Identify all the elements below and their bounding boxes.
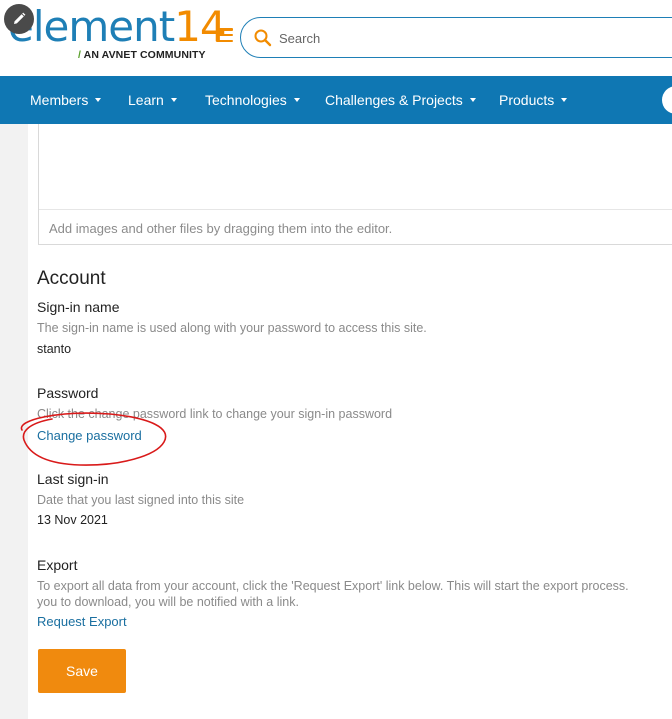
save-button[interactable]: Save bbox=[38, 649, 126, 693]
chevron-down-icon bbox=[561, 98, 568, 102]
nav-members[interactable]: Members bbox=[30, 76, 102, 124]
main-nav: Members Learn Technologies Challenges & … bbox=[0, 76, 672, 124]
pencil-icon[interactable] bbox=[4, 4, 34, 34]
export-description-line2: you to download, you will be notified wi… bbox=[37, 595, 299, 609]
nav-learn[interactable]: Learn bbox=[128, 76, 177, 124]
password-label: Password bbox=[37, 385, 99, 401]
export-description-line1: To export all data from your account, cl… bbox=[37, 579, 629, 593]
element14-logo[interactable]: element14 / AN AVNET COMMUNITY bbox=[8, 6, 227, 66]
editor-drop-hint: Add images and other files by dragging t… bbox=[49, 221, 393, 236]
search-bar[interactable] bbox=[240, 17, 672, 58]
chevron-down-icon bbox=[95, 98, 102, 102]
site-header: element14 / AN AVNET COMMUNITY bbox=[0, 0, 672, 76]
chevron-down-icon bbox=[293, 98, 300, 102]
section-title-account: Account bbox=[37, 268, 106, 289]
export-label: Export bbox=[37, 557, 78, 573]
password-description: Click the change password link to change… bbox=[37, 407, 393, 421]
editor-divider bbox=[39, 209, 672, 210]
rich-text-editor[interactable]: Add images and other files by dragging t… bbox=[38, 124, 672, 245]
signin-name-label: Sign-in name bbox=[37, 299, 120, 315]
nav-products[interactable]: Products bbox=[499, 76, 568, 124]
settings-panel: Add images and other files by dragging t… bbox=[28, 124, 672, 719]
signin-name-value: stanto bbox=[37, 342, 72, 356]
chevron-down-icon bbox=[170, 98, 177, 102]
nav-technologies[interactable]: Technologies bbox=[205, 76, 300, 124]
nav-challenges-projects[interactable]: Challenges & Projects bbox=[325, 76, 476, 124]
menu-icon[interactable] bbox=[216, 28, 233, 43]
request-export-link[interactable]: Request Export bbox=[37, 614, 127, 629]
search-icon bbox=[254, 29, 272, 47]
chevron-down-icon bbox=[469, 98, 476, 102]
change-password-link[interactable]: Change password bbox=[37, 428, 142, 443]
logo-tagline: / AN AVNET COMMUNITY bbox=[78, 49, 206, 61]
search-input[interactable] bbox=[279, 28, 659, 48]
last-signin-description: Date that you last signed into this site bbox=[37, 493, 245, 507]
logo-wordmark: element14 bbox=[8, 2, 227, 51]
last-signin-value: 13 Nov 2021 bbox=[37, 513, 108, 527]
signin-name-description: The sign-in name is used along with your… bbox=[37, 321, 427, 335]
last-signin-label: Last sign-in bbox=[37, 471, 109, 487]
